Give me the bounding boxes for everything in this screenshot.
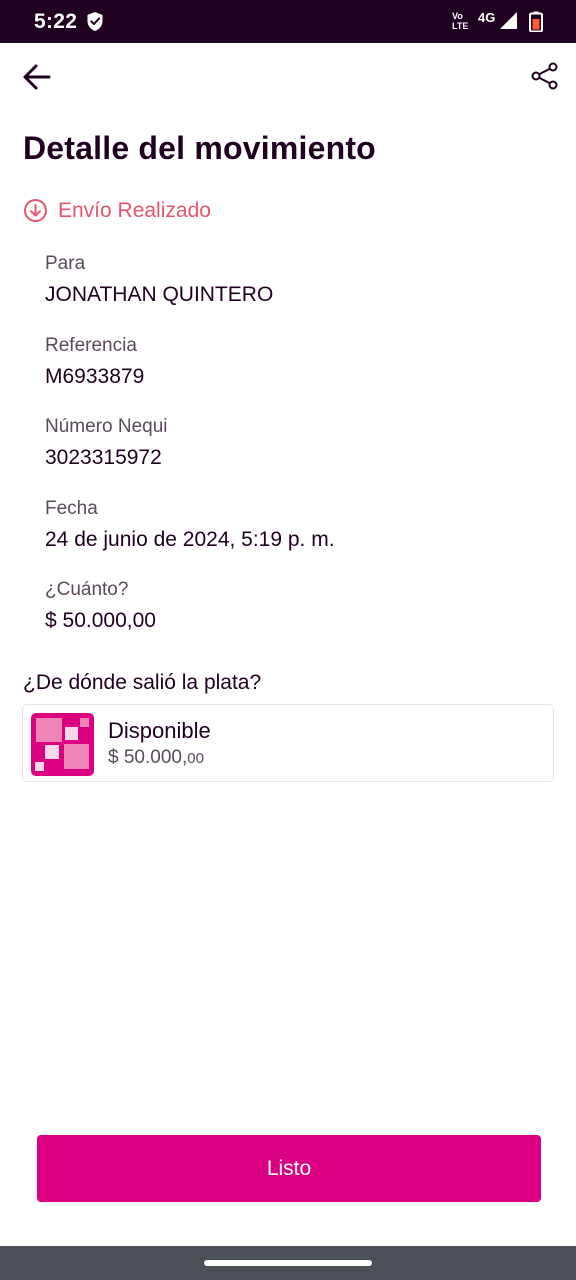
detail-value: JONATHAN QUINTERO xyxy=(45,283,274,306)
source-account-amount: $ 50.000,00 xyxy=(108,747,204,768)
transaction-status: Envío Realizado xyxy=(23,198,211,223)
share-button[interactable] xyxy=(528,59,562,93)
shield-icon xyxy=(86,11,104,37)
source-account-name: Disponible xyxy=(108,718,211,743)
detail-value: 3023315972 xyxy=(45,446,162,469)
volte-indicator: Vo LTE xyxy=(452,11,469,31)
source-account-card[interactable]: Disponible $ 50.000,00 xyxy=(22,704,554,782)
detail-label: Referencia xyxy=(45,335,137,356)
detail-label: Número Nequi xyxy=(45,416,168,437)
status-time: 5:22 xyxy=(34,10,78,33)
home-gesture-handle[interactable] xyxy=(204,1260,372,1266)
detail-value: 24 de junio de 2024, 5:19 p. m. xyxy=(45,528,335,551)
detail-date: Fecha 24 de junio de 2024, 5:19 p. m. xyxy=(45,498,335,552)
detail-label: ¿Cuánto? xyxy=(45,579,129,600)
detail-recipient: Para JONATHAN QUINTERO xyxy=(45,253,273,307)
detail-amount: ¿Cuánto? $ 50.000,00 xyxy=(45,579,156,633)
detail-label: Para xyxy=(45,253,86,274)
source-question: ¿De dónde salió la plata? xyxy=(23,671,262,694)
detail-nequi-number: Número Nequi 3023315972 xyxy=(45,416,168,470)
app-bar xyxy=(0,43,576,107)
detail-value: M6933879 xyxy=(45,365,145,388)
back-button[interactable] xyxy=(18,59,54,95)
done-button[interactable]: Listo xyxy=(37,1135,541,1202)
system-navigation-bar xyxy=(0,1246,576,1280)
network-type: 4G xyxy=(478,10,496,25)
battery-icon xyxy=(529,11,543,37)
detail-reference: Referencia M6933879 xyxy=(45,335,144,389)
detail-value: $ 50.000,00 xyxy=(45,609,156,632)
back-arrow-icon xyxy=(23,64,51,90)
detail-label: Fecha xyxy=(45,498,98,519)
arrow-down-circle-icon xyxy=(23,198,48,223)
share-icon xyxy=(531,62,558,90)
nequi-pocket-icon xyxy=(31,713,94,776)
transaction-status-label: Envío Realizado xyxy=(58,198,211,222)
signal-icon xyxy=(499,11,518,35)
status-bar: 5:22 Vo LTE 4G xyxy=(0,0,576,43)
page-title: Detalle del movimiento xyxy=(23,130,376,166)
